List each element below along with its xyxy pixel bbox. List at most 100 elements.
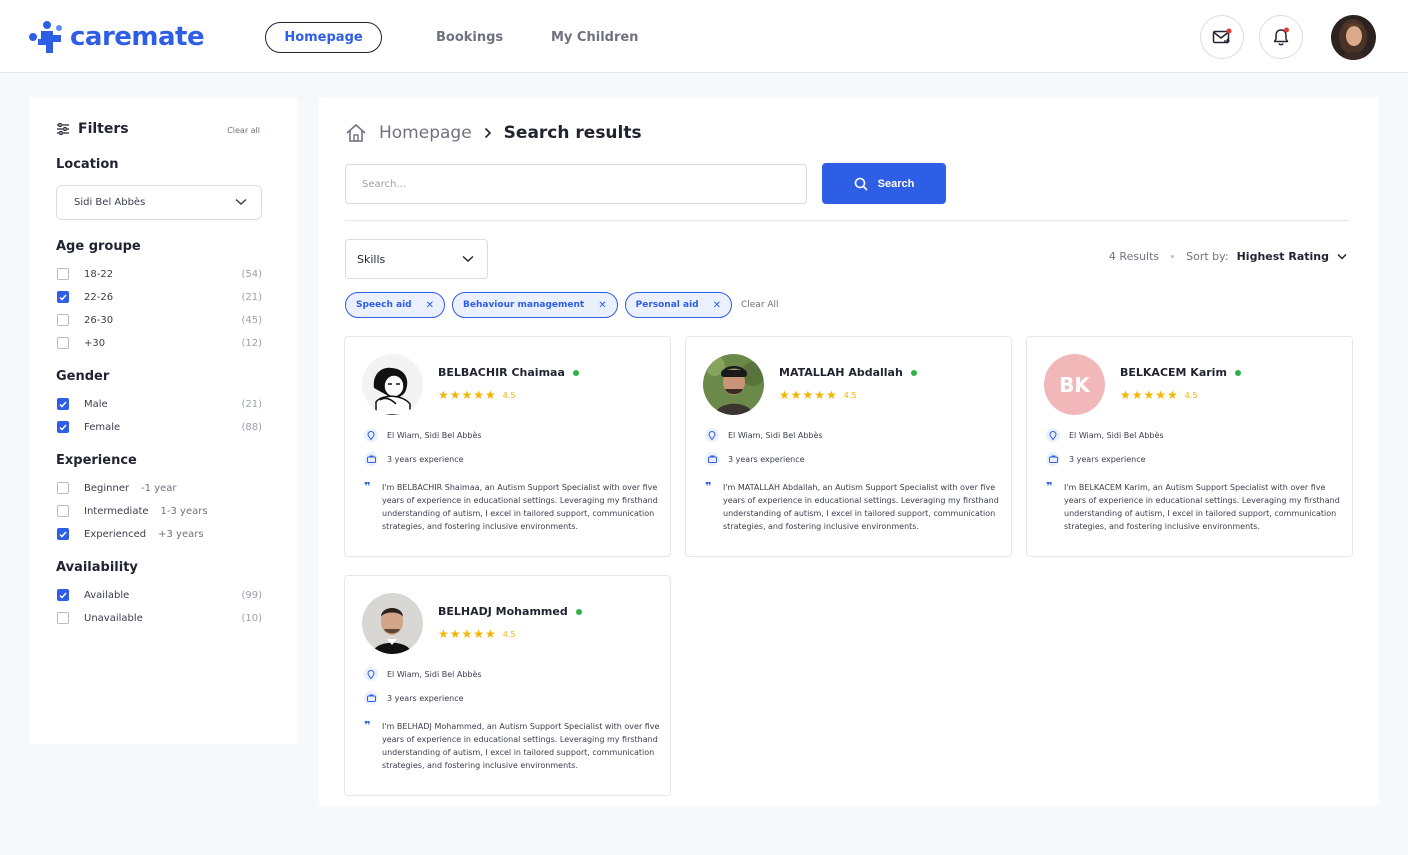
close-icon[interactable]: ✕ — [598, 300, 606, 311]
experience-text: 3 years experience — [1069, 454, 1146, 464]
user-avatar[interactable] — [1331, 15, 1376, 60]
check-icon — [59, 294, 67, 301]
brand-name: caremate — [70, 22, 205, 52]
experience-line: 3 years experience — [364, 691, 464, 705]
briefcase-icon — [1046, 452, 1060, 466]
skills-select[interactable]: Skills — [345, 239, 488, 279]
clear-all-filters-link[interactable]: Clear all — [227, 126, 260, 135]
option-label: Male — [84, 398, 108, 410]
option-count: (12) — [241, 337, 262, 349]
nav-my-children[interactable]: My Children — [551, 22, 638, 53]
chevron-down-icon[interactable] — [1337, 253, 1347, 260]
caregiver-card[interactable]: BELHADJ Mohammed ★★★★★ 4.5 El Wiam, Sidi … — [344, 575, 671, 796]
results-count: 4 Results — [1108, 250, 1160, 263]
caregiver-bio: I'm MATALLAH Abdallah, an Autism Support… — [723, 483, 999, 531]
location-text: El Wiam, Sidi Bel Abbès — [1069, 430, 1164, 440]
age-option-26-30[interactable]: 26-30 (45) — [57, 313, 262, 327]
caregiver-name[interactable]: BELKACEM Karim — [1120, 366, 1241, 379]
age-option-30-plus[interactable]: +30 (12) — [57, 336, 262, 350]
avatar-initials: BK — [1044, 354, 1105, 415]
checkbox[interactable] — [57, 268, 69, 280]
brand-logo[interactable]: caremate — [28, 20, 205, 54]
checkbox[interactable] — [57, 482, 69, 494]
option-label: Unavailable — [84, 612, 143, 624]
rating: ★★★★★ 4.5 — [1120, 388, 1198, 402]
caregiver-name[interactable]: MATALLAH Abdallah — [779, 366, 917, 379]
filters-panel: Filters Clear all Location Sidi Bel Abbè… — [29, 97, 298, 744]
checkbox-checked[interactable] — [57, 291, 69, 303]
gender-option-female[interactable]: Female (88) — [57, 420, 262, 434]
option-count: (10) — [241, 612, 262, 624]
divider — [345, 220, 1349, 221]
checkbox[interactable] — [57, 505, 69, 517]
tag-speech-aid[interactable]: Speech aid ✕ — [345, 292, 445, 318]
age-option-18-22[interactable]: 18-22 (54) — [57, 267, 262, 281]
caregiver-card[interactable]: BK BELKACEM Karim ★★★★★ 4.5 El Wiam, Sidi… — [1026, 336, 1353, 557]
experience-option-beginner[interactable]: Beginner -1 year — [57, 481, 262, 495]
briefcase-icon — [364, 452, 378, 466]
breadcrumb-homepage[interactable]: Homepage — [379, 123, 472, 143]
age-group-title: Age groupe — [56, 239, 141, 254]
experience-line: 3 years experience — [364, 452, 464, 466]
briefcase-icon — [364, 691, 378, 705]
avatar — [362, 593, 423, 654]
close-icon[interactable]: ✕ — [713, 300, 721, 311]
sort-select[interactable]: Highest Rating — [1237, 250, 1329, 263]
avatar — [703, 354, 764, 415]
check-icon — [59, 401, 67, 408]
experience-text: 3 years experience — [387, 454, 464, 464]
caregiver-card[interactable]: MATALLAH Abdallah ★★★★★ 4.5 El Wiam, Sidi… — [685, 336, 1012, 557]
rating-value: 4.5 — [502, 390, 516, 400]
sliders-icon — [57, 123, 69, 135]
messages-button[interactable] — [1200, 15, 1244, 59]
filters-header: Filters — [56, 121, 129, 137]
checkbox-checked[interactable] — [57, 589, 69, 601]
active-skill-tags: Speech aid ✕ Behaviour management ✕ Person… — [345, 292, 779, 318]
home-icon[interactable] — [345, 123, 367, 143]
search-icon — [854, 177, 868, 191]
checkbox[interactable] — [57, 314, 69, 326]
rating: ★★★★★ 4.5 — [779, 388, 857, 402]
tag-label: Personal aid — [635, 300, 699, 310]
checkbox-checked[interactable] — [57, 398, 69, 410]
option-label: 18-22 — [84, 268, 114, 280]
nav-bookings[interactable]: Bookings — [436, 22, 503, 53]
tag-behaviour-management[interactable]: Behaviour management ✕ — [452, 292, 618, 318]
experience-option-intermediate[interactable]: Intermediate 1-3 years — [57, 504, 262, 518]
availability-option-unavailable[interactable]: Unavailable (10) — [57, 611, 262, 625]
notifications-button[interactable] — [1259, 15, 1303, 59]
checkbox-checked[interactable] — [57, 528, 69, 540]
option-count: (88) — [241, 421, 262, 433]
nav-homepage[interactable]: Homepage — [265, 22, 382, 53]
option-count: (54) — [241, 268, 262, 280]
location-value: Sidi Bel Abbès — [74, 197, 146, 208]
caregiver-name[interactable]: BELHADJ Mohammed — [438, 605, 582, 618]
quote-icon: ❞ — [364, 480, 371, 493]
online-indicator — [572, 369, 579, 376]
option-sublabel: -1 year — [141, 482, 177, 494]
tag-label: Speech aid — [356, 300, 412, 310]
name-text: BELBACHIR Chaimaa — [438, 366, 565, 379]
location-pin-icon — [364, 428, 378, 442]
separator-dot — [1171, 255, 1175, 258]
checkbox[interactable] — [57, 337, 69, 349]
gender-option-male[interactable]: Male (21) — [57, 397, 262, 411]
clear-all-tags-link[interactable]: Clear All — [741, 300, 779, 310]
search-input[interactable] — [345, 164, 807, 204]
caregiver-name[interactable]: BELBACHIR Chaimaa — [438, 366, 579, 379]
rating-value: 4.5 — [502, 629, 516, 639]
caregiver-card[interactable]: BELBACHIR Chaimaa ★★★★★ 4.5 El Wiam, Sidi… — [344, 336, 671, 557]
checkbox[interactable] — [57, 612, 69, 624]
tag-personal-aid[interactable]: Personal aid ✕ — [624, 292, 732, 318]
experience-option-experienced[interactable]: Experienced +3 years — [57, 527, 262, 541]
checkbox-checked[interactable] — [57, 421, 69, 433]
location-select[interactable]: Sidi Bel Abbès — [56, 185, 262, 220]
close-icon[interactable]: ✕ — [426, 300, 434, 311]
filters-title: Filters — [78, 121, 129, 137]
availability-option-available[interactable]: Available (99) — [57, 588, 262, 602]
age-option-22-26[interactable]: 22-26 (21) — [57, 290, 262, 304]
option-label: Beginner — [84, 482, 130, 494]
option-label: Female — [84, 421, 121, 433]
chevron-right-icon — [484, 127, 491, 139]
search-button[interactable]: Search — [822, 163, 946, 204]
